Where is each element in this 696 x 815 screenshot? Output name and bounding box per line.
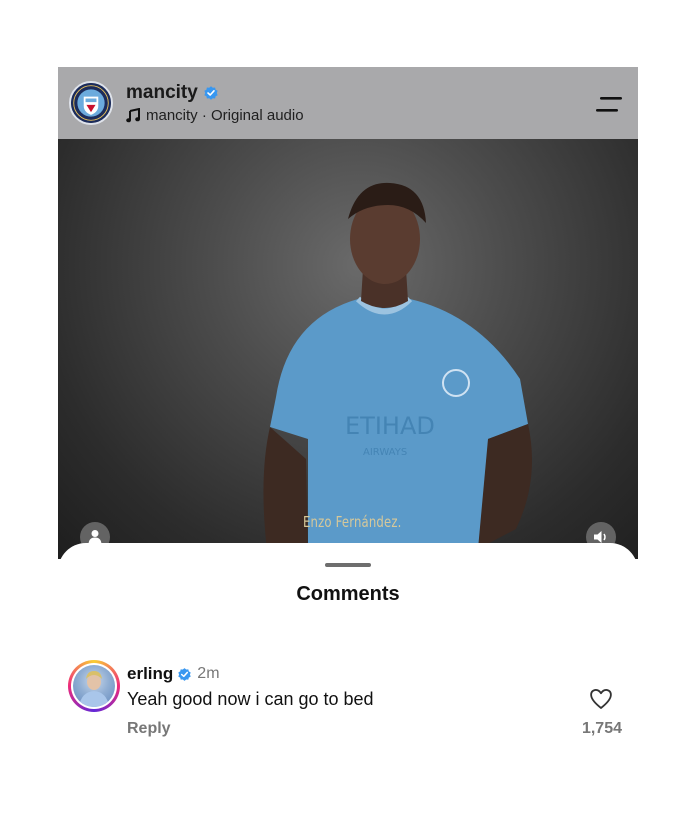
- heart-icon[interactable]: [589, 688, 613, 710]
- commenter-photo: [73, 665, 115, 707]
- music-note-icon: [126, 108, 140, 123]
- comment-timestamp: 2m: [197, 665, 220, 682]
- account-name-label[interactable]: mancity: [126, 82, 198, 103]
- like-count: 1,754: [581, 720, 622, 737]
- audio-attribution[interactable]: mancity · Original audio: [126, 107, 304, 124]
- avatar-ring-gap: [71, 663, 117, 709]
- post-header: mancity mancity · Original audio: [58, 67, 638, 139]
- comment-author[interactable]: erling 2m: [127, 664, 220, 684]
- reply-button[interactable]: Reply: [127, 720, 171, 738]
- commenter-photo-figure: [79, 671, 109, 707]
- verified-badge-icon: [178, 667, 191, 681]
- reel-post: mancity mancity · Original audio ETIHAD …: [58, 67, 638, 747]
- menu-icon[interactable]: [596, 95, 624, 113]
- commenter-avatar[interactable]: [68, 660, 120, 712]
- video-caption: Enzo Fernández.: [303, 513, 402, 531]
- svg-text:ETIHAD: ETIHAD: [345, 412, 435, 440]
- mancity-crest-logo: [71, 83, 111, 123]
- speaker-icon: [594, 531, 606, 543]
- sheet-drag-handle[interactable]: [325, 563, 371, 567]
- account-name[interactable]: mancity: [126, 82, 219, 104]
- verified-badge-icon: [204, 86, 218, 100]
- comment-text: Yeah good now i can go to bed: [127, 689, 374, 709]
- comment-username[interactable]: erling: [127, 664, 173, 684]
- player-figure: ETIHAD AIRWAYS: [263, 182, 532, 559]
- comments-title: Comments: [296, 583, 400, 605]
- audio-label: mancity · Original audio: [146, 107, 304, 124]
- svg-text:AIRWAYS: AIRWAYS: [363, 447, 407, 458]
- comments-sheet: Comments erling 2m Yeah good now i can g…: [58, 543, 638, 747]
- video-player[interactable]: ETIHAD AIRWAYS Enzo Fernández.: [58, 139, 638, 559]
- mancity-avatar[interactable]: [69, 81, 113, 125]
